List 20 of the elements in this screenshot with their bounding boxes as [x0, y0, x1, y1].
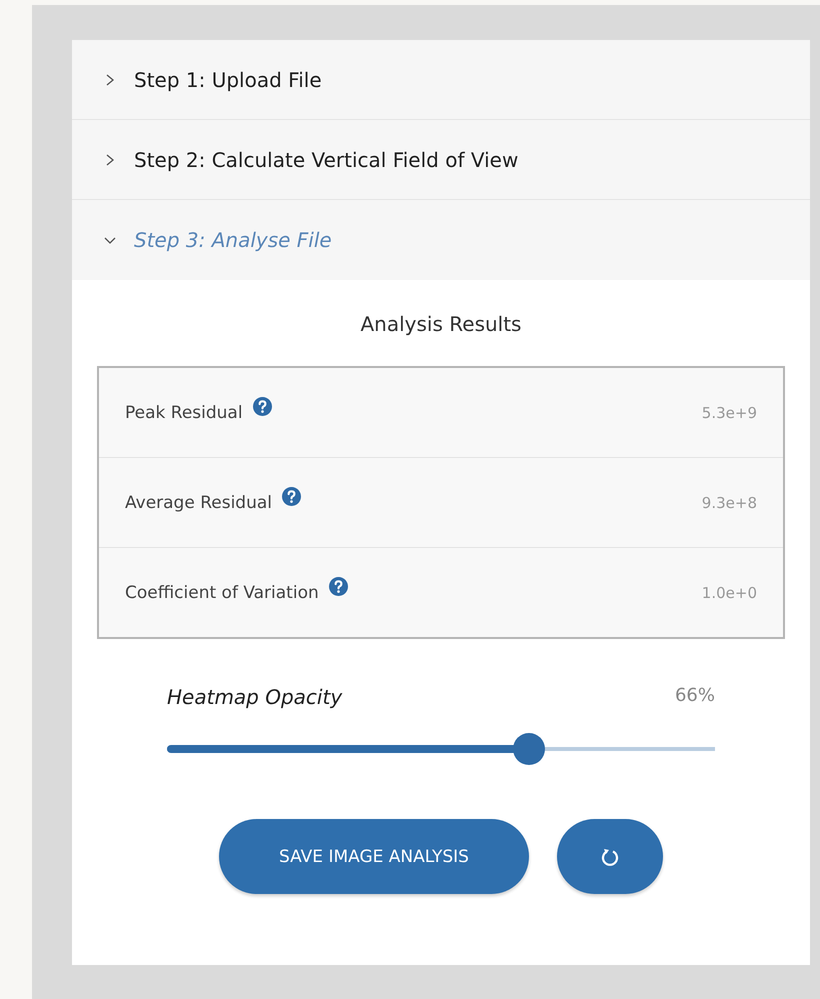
save-button[interactable]: SAVE IMAGE ANALYSIS: [219, 819, 529, 894]
metric-value: 5.3e+9: [702, 404, 757, 422]
metric-value: 9.3e+8: [702, 494, 757, 512]
help-icon[interactable]: [282, 487, 302, 506]
slider-thumb[interactable]: [512, 733, 545, 765]
metric-label: Average Residual: [125, 492, 272, 512]
chevron-icon: [104, 154, 116, 166]
reset-button[interactable]: [557, 819, 663, 894]
slider-label: Heatmap Opacity: [167, 685, 342, 709]
metric-label: Peak Residual: [125, 402, 243, 422]
help-icon[interactable]: [252, 397, 272, 416]
help-icon[interactable]: [328, 577, 348, 596]
accordion-header[interactable]: Step 2: Calculate Vertical Field of View: [72, 120, 810, 200]
metric-label: Coefficient of Variation: [125, 582, 319, 602]
section-title: Analysis Results: [360, 311, 522, 338]
metric-value: 1.0e+0: [702, 584, 757, 602]
slider-reading: 66%: [674, 685, 715, 708]
chevron-icon: [104, 74, 116, 86]
accordion-header[interactable]: Step 1: Upload File: [72, 40, 810, 120]
refresh-icon: [600, 846, 620, 866]
